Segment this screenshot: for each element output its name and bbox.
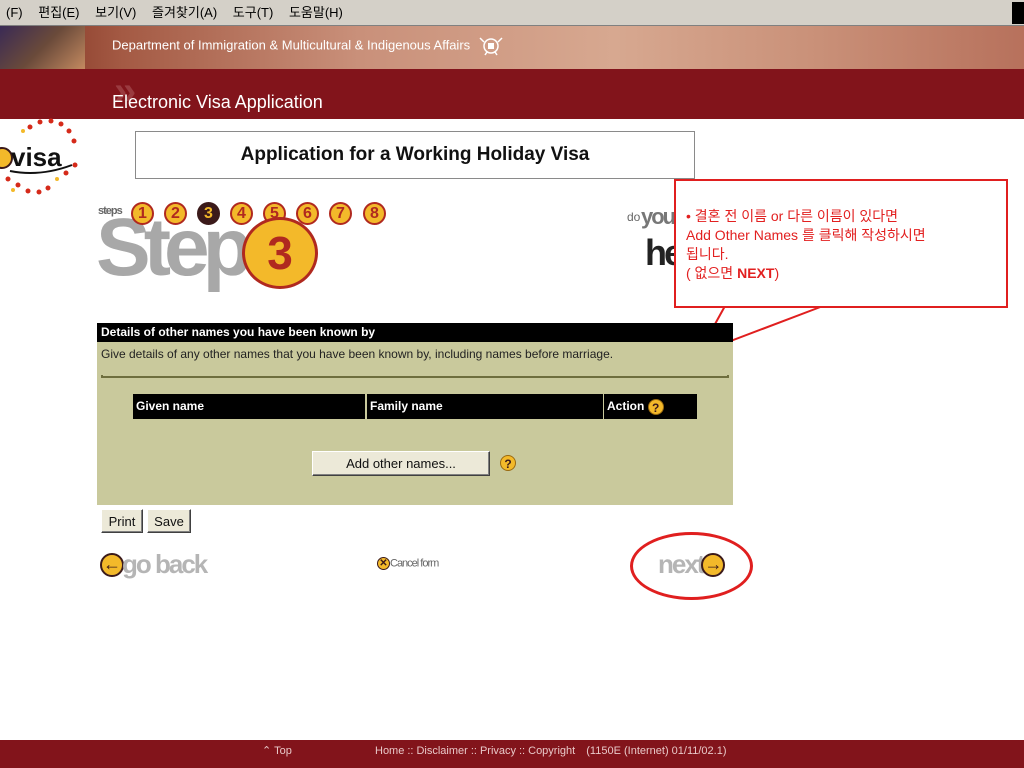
evisa-logo: visa: [0, 118, 78, 195]
column-family-name: Family name: [367, 394, 603, 419]
help-graphic-do: do: [627, 210, 641, 224]
footer-privacy-link[interactable]: Privacy: [480, 745, 516, 757]
site-footer: ⌃ Top Home:: Disclaimer:: Privacy:: Copyrig…: [0, 740, 1024, 768]
coat-of-arms-icon: [479, 37, 503, 56]
svg-text:visa: visa: [11, 142, 62, 172]
menu-edit[interactable]: 편집(E): [38, 0, 79, 26]
step-4: 4: [230, 202, 253, 225]
annotation-ellipse: [630, 532, 753, 600]
add-names-help-icon[interactable]: ?: [500, 455, 516, 471]
callout-line-2: Add Other Names 를 클릭해 작성하시면: [686, 227, 926, 243]
column-given-name: Given name: [133, 394, 365, 419]
panel-description: Give details of any other names that you…: [101, 347, 614, 361]
browser-throbber: [1012, 2, 1024, 24]
save-button[interactable]: Save: [147, 509, 191, 533]
steps-label: steps: [98, 205, 123, 217]
step-1: 1: [131, 202, 154, 225]
version-info: (1150E (Internet) 01/11/02.1): [586, 745, 727, 757]
app-title-bar: » Electronic Visa Application: [0, 69, 1024, 119]
step-2: 2: [164, 202, 187, 225]
current-step-badge: 3: [242, 217, 318, 289]
callout-line-1: • 결혼 전 이름 or 다른 이름이 있다면: [686, 208, 899, 224]
browser-menu-bar: (F) 편집(E) 보기(V) 즐겨찾기(A) 도구(T) 도움말(H): [0, 0, 1024, 26]
footer-links: Home:: Disclaimer:: Privacy:: Copyright (11…: [375, 745, 727, 757]
other-names-panel: Details of other names you have been kno…: [97, 323, 733, 505]
add-other-names-button[interactable]: Add other names...: [312, 451, 490, 476]
cancel-x-icon: ✕: [377, 557, 390, 570]
menu-tools[interactable]: 도구(T): [233, 0, 274, 26]
step-8: 8: [363, 202, 386, 225]
step-7: 7: [329, 202, 352, 225]
back-to-top-link[interactable]: ⌃ Top: [262, 740, 292, 762]
footer-home-link[interactable]: Home: [375, 745, 404, 757]
annotation-callout: • 결혼 전 이름 or 다른 이름이 있다면 Add Other Names …: [674, 179, 1008, 308]
footer-copyright-link[interactable]: Copyright: [528, 745, 575, 757]
cancel-form-link[interactable]: ✕ Cancel form: [377, 557, 439, 570]
panel-divider: [101, 375, 729, 378]
app-title: Electronic Visa Application: [112, 92, 323, 112]
department-name: Department of Immigration & Multicultura…: [112, 36, 504, 56]
panel-heading: Details of other names you have been kno…: [97, 323, 733, 342]
go-back-button[interactable]: ←go back: [100, 549, 208, 580]
step-3-current: 3: [197, 202, 220, 225]
page-title: Application for a Working Holiday Visa: [135, 131, 695, 179]
footer-disclaimer-link[interactable]: Disclaimer: [416, 745, 467, 757]
arrow-left-icon: ←: [100, 552, 124, 577]
column-action: Action ?: [604, 394, 697, 419]
help-graphic-you: you: [641, 204, 676, 229]
menu-file[interactable]: (F): [6, 0, 23, 26]
menu-help[interactable]: 도움말(H): [289, 0, 343, 26]
banner-photo: [0, 26, 85, 69]
print-button[interactable]: Print: [101, 509, 143, 533]
site-banner: Department of Immigration & Multicultura…: [0, 26, 1024, 69]
callout-line-3: 됩니다.: [686, 246, 729, 262]
menu-favorites[interactable]: 즐겨찾기(A): [152, 0, 217, 26]
callout-line-4: ( 없으면 NEXT): [686, 265, 780, 281]
up-arrow-icon: ⌃: [262, 745, 272, 757]
action-help-icon[interactable]: ?: [647, 398, 664, 415]
menu-view[interactable]: 보기(V): [95, 0, 136, 26]
